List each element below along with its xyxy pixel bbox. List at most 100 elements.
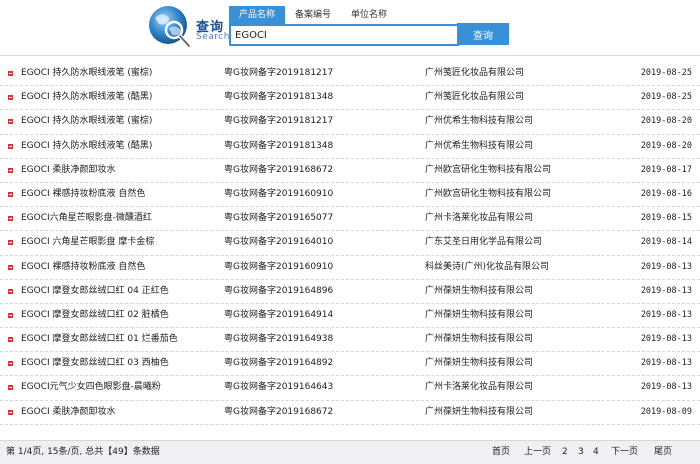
- company-name: 广州葆妍生物科技有限公司: [425, 406, 534, 417]
- registration-number: 粤G妆网备字2019164914: [224, 309, 334, 320]
- record-date: 2019-08-13: [640, 334, 692, 345]
- product-name-link[interactable]: EGOCI 持久防水眼线液笔 (蜜棕): [21, 110, 221, 133]
- table-row[interactable]: EGOCI 六角星芒眼影盘 摩卡金棕 粤G妆网备字2019164010 广东艾圣日用…: [0, 231, 700, 256]
- company-name: 广州葆妍生物科技有限公司: [425, 309, 534, 320]
- record-date: 2019-08-20: [640, 116, 692, 127]
- table-row[interactable]: EGOCI六角星芒眼影盘-微醺酒红 粤G妆网备字2019165077 广州卡洛莱化妆…: [0, 207, 700, 232]
- registration-number: 粤G妆网备字2019164010: [224, 237, 334, 248]
- company-name: 广州笺匠化妆品有限公司: [425, 68, 525, 78]
- table-row[interactable]: EGOCI 持久防水眼线液笔 (酷黑) 粤G妆网备字2019181348 广州优希生…: [0, 135, 700, 159]
- record-date: 2019-08-14: [640, 237, 692, 248]
- record-date: 2019-08-13: [640, 261, 692, 272]
- pagination-info: 第 1/4页, 15条/页, 总共【49】条数据: [6, 447, 160, 457]
- last-page-link[interactable]: 尾页: [654, 441, 672, 463]
- table-row[interactable]: EGOCI 持久防水眼线液笔 (蜜棕) 粤G妆网备字2019181217 广州笺匠化…: [0, 62, 700, 87]
- page-link-3[interactable]: 3: [578, 441, 584, 463]
- next-page-link[interactable]: 下一页: [611, 441, 638, 463]
- record-date: 2019-08-13: [640, 309, 692, 320]
- bullet-icon: [8, 409, 13, 415]
- header-divider: [0, 55, 700, 56]
- company-name: 科丝美诗(广州)化妆品有限公司: [425, 261, 550, 272]
- company-name: 广州欧宫研化生物科技有限公司: [425, 164, 552, 175]
- record-date: 2019-08-25: [640, 68, 692, 78]
- registration-number: 粤G妆网备字2019181217: [224, 116, 334, 127]
- product-name-link[interactable]: EGOCI 摩登女郎丝绒口红 03 西柚色: [21, 352, 221, 375]
- product-name-link[interactable]: EGOCI 摩登女郎丝绒口红 01 烂番茄色: [21, 328, 221, 351]
- record-date: 2019-08-15: [640, 213, 692, 224]
- company-name: 广州欧宫研化生物科技有限公司: [425, 188, 552, 199]
- company-name: 广州卡洛莱化妆品有限公司: [425, 382, 534, 393]
- table-row[interactable]: EGOCI 摩登女郎丝绒口红 03 西柚色 粤G妆网备字2019164892 广州葆…: [0, 352, 700, 377]
- bullet-icon: [8, 240, 13, 246]
- product-name-link[interactable]: EGOCI元气少女四色眼影盘-晨曦粉: [21, 376, 221, 399]
- company-name: 广州葆妍生物科技有限公司: [425, 334, 534, 345]
- table-row[interactable]: EGOCI 摩登女郎丝绒口红 04 正红色 粤G妆网备字2019164896 广州葆…: [0, 280, 700, 304]
- registration-number: 粤G妆网备字2019181217: [224, 68, 334, 78]
- results-list: EGOCI 持久防水眼线液笔 (蜜棕) 粤G妆网备字2019181217 广州笺匠化…: [0, 62, 700, 425]
- table-row[interactable]: EGOCI 摩登女郎丝绒口红 01 烂番茄色 粤G妆网备字2019164938 广州…: [0, 328, 700, 353]
- record-date: 2019-08-13: [640, 285, 692, 296]
- company-name: 广州优希生物科技有限公司: [425, 116, 534, 127]
- company-name: 广州笺匠化妆品有限公司: [425, 92, 525, 103]
- bullet-icon: [8, 337, 13, 343]
- product-name-link[interactable]: EGOCI 持久防水眼线液笔 (酷黑): [21, 135, 221, 158]
- registration-number: 粤G妆网备字2019160910: [224, 261, 334, 272]
- table-row[interactable]: EGOCI 柔肤净颜卸妆水 粤G妆网备字2019168672 广州葆妍生物科技有限公…: [0, 401, 700, 425]
- product-name-link[interactable]: EGOCI 裸感持妆粉底液 自然色: [21, 183, 221, 206]
- product-name-link[interactable]: EGOCI 柔肤净颜卸妆水: [21, 401, 221, 424]
- bullet-icon: [8, 264, 13, 270]
- record-date: 2019-08-17: [640, 164, 692, 175]
- record-date: 2019-08-13: [640, 358, 692, 369]
- bullet-icon: [8, 71, 13, 76]
- company-name: 广州葆妍生物科技有限公司: [425, 358, 534, 369]
- search-button[interactable]: 查询: [457, 23, 509, 45]
- registration-number: 粤G妆网备字2019168672: [224, 164, 334, 175]
- tab-registration-number[interactable]: 备案编号: [285, 6, 341, 24]
- product-name-link[interactable]: EGOCI 裸感持妆粉底液 自然色: [21, 256, 221, 279]
- bullet-icon: [8, 143, 13, 149]
- product-name-link[interactable]: EGOCI 柔肤净颜卸妆水: [21, 159, 221, 182]
- table-row[interactable]: EGOCI 持久防水眼线液笔 (酷黑) 粤G妆网备字2019181348 广州笺匠化…: [0, 86, 700, 111]
- product-name-link[interactable]: EGOCI 持久防水眼线液笔 (酷黑): [21, 86, 221, 109]
- registration-number: 粤G妆网备字2019164892: [224, 358, 334, 369]
- product-name-link[interactable]: EGOCI 摩登女郎丝绒口红 02 脏橘色: [21, 304, 221, 327]
- prev-page-link[interactable]: 上一页: [524, 441, 551, 463]
- table-row[interactable]: EGOCI元气少女四色眼影盘-晨曦粉 粤G妆网备字2019164643 广州卡洛莱化…: [0, 376, 700, 401]
- registration-number: 粤G妆网备字2019164643: [224, 382, 334, 393]
- registration-number: 粤G妆网备字2019168672: [224, 406, 334, 417]
- tab-company-name[interactable]: 单位名称: [341, 6, 397, 24]
- tab-product-name[interactable]: 产品名称: [229, 6, 285, 24]
- record-date: 2019-08-16: [640, 188, 692, 199]
- record-date: 2019-08-20: [640, 140, 692, 151]
- pager: 首页 上一页 2 3 4 下一页 尾页: [492, 441, 692, 463]
- table-row[interactable]: EGOCI 持久防水眼线液笔 (蜜棕) 粤G妆网备字2019181217 广州优希生…: [0, 110, 700, 135]
- company-name: 广州卡洛莱化妆品有限公司: [425, 213, 534, 224]
- record-date: 2019-08-09: [640, 406, 692, 417]
- bullet-icon: [8, 119, 13, 125]
- bullet-icon: [8, 385, 13, 391]
- table-row[interactable]: EGOCI 裸感持妆粉底液 自然色 粤G妆网备字2019160910 广州欧宫研化生…: [0, 183, 700, 208]
- product-name-link[interactable]: EGOCI 六角星芒眼影盘 摩卡金棕: [21, 231, 221, 254]
- header: 查询 Search 产品名称 备案编号 单位名称 查询: [0, 0, 700, 56]
- bullet-icon: [8, 312, 13, 318]
- table-row[interactable]: EGOCI 摩登女郎丝绒口红 02 脏橘色 粤G妆网备字2019164914 广州葆…: [0, 304, 700, 329]
- product-name-link[interactable]: EGOCI六角星芒眼影盘-微醺酒红: [21, 207, 221, 230]
- first-page-link[interactable]: 首页: [492, 441, 510, 463]
- product-name-link[interactable]: EGOCI 摩登女郎丝绒口红 04 正红色: [21, 280, 221, 303]
- table-row[interactable]: EGOCI 裸感持妆粉底液 自然色 粤G妆网备字2019160910 科丝美诗(广州…: [0, 256, 700, 280]
- company-name: 广州优希生物科技有限公司: [425, 140, 534, 151]
- company-name: 广州葆妍生物科技有限公司: [425, 285, 534, 296]
- table-row[interactable]: EGOCI 柔肤净颜卸妆水 粤G妆网备字2019168672 广州欧宫研化生物科技有…: [0, 159, 700, 183]
- search-input[interactable]: [229, 24, 459, 46]
- pagination-bar: 第 1/4页, 15条/页, 总共【49】条数据 首页 上一页 2 3 4 下一…: [0, 440, 700, 464]
- bullet-icon: [8, 191, 13, 197]
- bullet-icon: [8, 216, 13, 222]
- registration-number: 粤G妆网备字2019165077: [224, 213, 334, 224]
- product-name-link[interactable]: EGOCI 持久防水眼线液笔 (蜜棕): [21, 62, 221, 85]
- page-link-4[interactable]: 4: [593, 441, 599, 463]
- bullet-icon: [8, 167, 13, 173]
- globe-search-icon: [149, 6, 191, 48]
- page-link-2[interactable]: 2: [562, 441, 568, 463]
- record-date: 2019-08-25: [640, 92, 692, 103]
- registration-number: 粤G妆网备字2019181348: [224, 92, 334, 103]
